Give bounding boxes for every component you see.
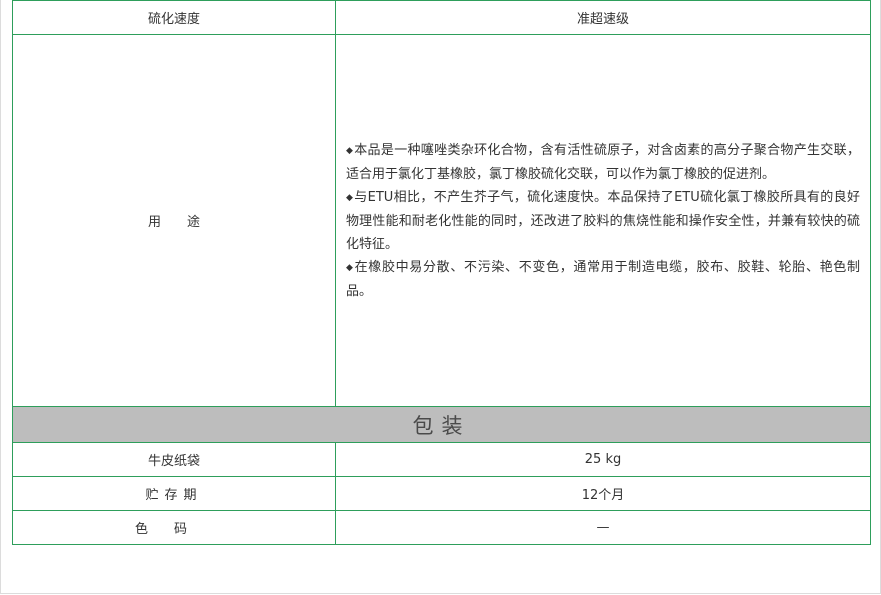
product-spec-table: 硫化速度 准超速级 用 途 ◆本品是一种噻唑类杂环化合物，含有活性硫原子，对含卤… bbox=[12, 0, 871, 545]
vulcanization-speed-label: 硫化速度 bbox=[12, 0, 336, 35]
usage-description: ◆本品是一种噻唑类杂环化合物，含有活性硫原子，对含卤素的高分子聚合物产生交联，适… bbox=[335, 34, 871, 407]
vulcanization-speed-row: 硫化速度 准超速级 bbox=[12, 0, 871, 35]
bag-label: 牛皮纸袋 bbox=[12, 442, 336, 477]
shelf-life-value: 12个月 bbox=[335, 476, 871, 511]
shelf-life-label: 贮存期 bbox=[12, 476, 336, 511]
diamond-bullet-icon: ◆ bbox=[346, 262, 353, 273]
bag-value: 25 kg bbox=[335, 442, 871, 477]
diamond-bullet-icon: ◆ bbox=[346, 145, 353, 156]
usage-row: 用 途 ◆本品是一种噻唑类杂环化合物，含有活性硫原子，对含卤素的高分子聚合物产生… bbox=[12, 34, 871, 407]
usage-paragraph-1: ◆本品是一种噻唑类杂环化合物，含有活性硫原子，对含卤素的高分子聚合物产生交联，适… bbox=[346, 139, 860, 186]
vulcanization-speed-value: 准超速级 bbox=[335, 0, 871, 35]
packaging-row-color-code: 色码 — bbox=[12, 510, 871, 545]
usage-label: 用 途 bbox=[12, 34, 336, 407]
packaging-section-row: 包装 bbox=[12, 406, 871, 443]
packaging-section-title: 包装 bbox=[12, 406, 871, 443]
usage-paragraph-2: ◆与ETU相比，不产生芥子气，硫化速度快。本品保持了ETU硫化氯丁橡胶所具有的良… bbox=[346, 186, 860, 256]
usage-paragraph-3: ◆在橡胶中易分散、不污染、不变色，通常用于制造电缆，胶布、胶鞋、轮胎、艳色制品。 bbox=[346, 256, 860, 303]
color-code-label: 色码 bbox=[12, 510, 336, 545]
diamond-bullet-icon: ◆ bbox=[346, 192, 353, 203]
color-code-value: — bbox=[335, 510, 871, 545]
packaging-row-shelf-life: 贮存期 12个月 bbox=[12, 476, 871, 511]
packaging-row-bag: 牛皮纸袋 25 kg bbox=[12, 442, 871, 477]
